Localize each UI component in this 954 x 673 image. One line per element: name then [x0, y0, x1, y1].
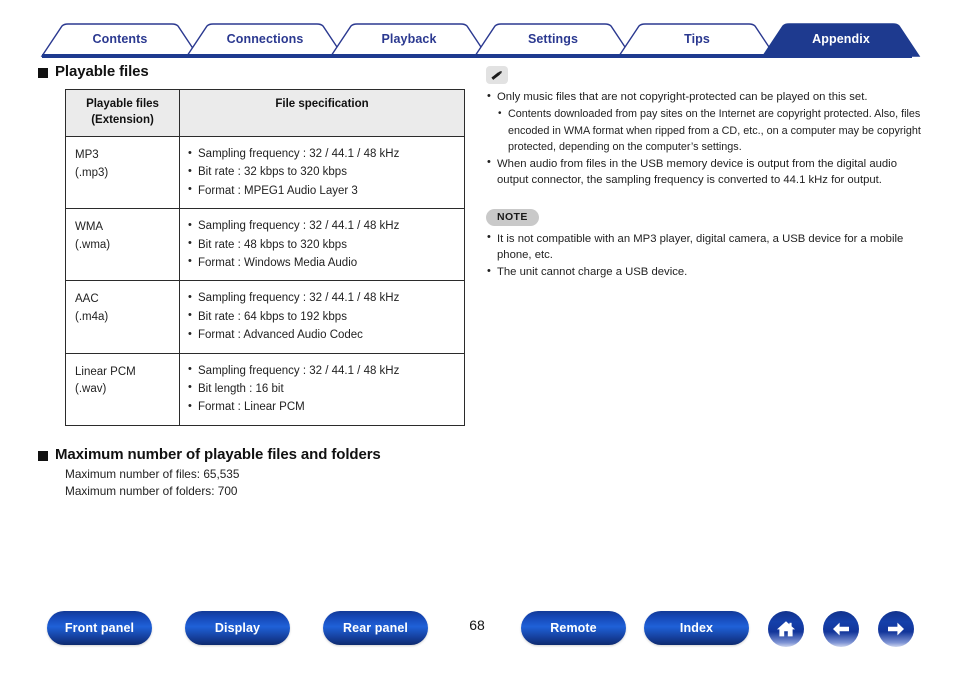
format-extension: (.wma) — [75, 239, 111, 252]
footer-nav: Front panel Display Rear panel 68 Remote… — [0, 611, 954, 657]
list-item: Only music files that are not copyright-… — [486, 89, 926, 155]
tab-connections[interactable]: Connections — [187, 22, 343, 56]
format-cell-mp3: MP3 (.mp3) — [65, 136, 180, 210]
spec-item: Sampling frequency : 32 / 44.1 / 48 kHz — [188, 145, 458, 163]
back-button[interactable] — [823, 611, 859, 647]
spec-item: Bit rate : 48 kbps to 320 kbps — [188, 235, 458, 254]
pencil-icon — [491, 71, 502, 80]
format-name: WMA — [75, 221, 104, 234]
front-panel-button[interactable]: Front panel — [47, 611, 152, 645]
max-folders-line: Maximum number of folders: 700 — [65, 484, 238, 499]
spec-item: Sampling frequency : 32 / 44.1 / 48 kHz — [188, 217, 458, 235]
list-item: It is not compatible with an MP3 player,… — [486, 230, 926, 264]
format-extension: (.m4a) — [75, 311, 109, 324]
tip-text: Only music files that are not copyright-… — [497, 91, 868, 103]
format-name: MP3 — [75, 149, 99, 162]
square-bullet-icon — [38, 68, 48, 78]
spec-cell-wma: Sampling frequency : 32 / 44.1 / 48 kHz … — [179, 208, 465, 282]
home-icon — [777, 621, 795, 637]
table-row: Linear PCM (.wav) Sampling frequency : 3… — [65, 352, 465, 426]
home-button[interactable] — [768, 611, 804, 647]
spec-cell-aac: Sampling frequency : 32 / 44.1 / 48 kHz … — [179, 280, 465, 354]
right-column: Only music files that are not copyright-… — [486, 66, 926, 282]
spec-item: Sampling frequency : 32 / 44.1 / 48 kHz — [188, 289, 458, 307]
tips-sublist: Contents downloaded from pay sites on th… — [497, 106, 926, 155]
section-heading-maximum-number: Maximum number of playable files and fol… — [38, 446, 478, 463]
square-bullet-icon — [38, 450, 48, 461]
spec-cell-linear-pcm: Sampling frequency : 32 / 44.1 / 48 kHz … — [179, 352, 465, 426]
spec-item: Bit rate : 64 kbps to 192 kbps — [188, 307, 458, 326]
page-number: 68 — [469, 617, 485, 633]
spec-item: Format : Windows Media Audio — [188, 253, 458, 272]
display-button[interactable]: Display — [185, 611, 290, 645]
spec-item: Format : Advanced Audio Codec — [188, 326, 458, 344]
rear-panel-button[interactable]: Rear panel — [323, 611, 428, 645]
section-heading-playable-files: Playable files — [38, 63, 478, 80]
remote-button[interactable]: Remote — [521, 611, 626, 645]
table-header-row: Playable files (Extension) File specific… — [65, 88, 465, 138]
playable-files-table: Playable files (Extension) File specific… — [65, 88, 465, 426]
tips-list: Only music files that are not copyright-… — [486, 89, 926, 189]
note-list: It is not compatible with an MP3 player,… — [486, 230, 926, 281]
list-item: When audio from files in the USB memory … — [486, 155, 926, 189]
max-files-line: Maximum number of files: 65,535 — [65, 466, 240, 481]
spec-item: Sampling frequency : 32 / 44.1 / 48 kHz — [188, 361, 458, 380]
note-block: NOTE It is not compatible with an MP3 pl… — [486, 207, 926, 281]
format-name: AAC — [75, 293, 99, 306]
tab-underline-bar — [42, 54, 912, 58]
list-item: The unit cannot charge a USB device. — [486, 264, 926, 280]
arrow-right-icon — [888, 622, 904, 636]
tab-appendix[interactable]: Appendix — [763, 22, 919, 56]
list-item: Contents downloaded from pay sites on th… — [497, 106, 926, 155]
spec-item: Bit length : 16 bit — [188, 379, 458, 398]
spec-item: Format : MPEG1 Audio Layer 3 — [188, 181, 458, 200]
table-header-file-specification: File specification — [179, 88, 465, 138]
tab-contents[interactable]: Contents — [42, 22, 198, 56]
left-column: Playable files Playable files (Extension… — [38, 63, 478, 501]
table-row: AAC (.m4a) Sampling frequency : 32 / 44.… — [65, 280, 465, 354]
note-badge: NOTE — [486, 208, 539, 226]
tab-tips[interactable]: Tips — [619, 22, 775, 56]
format-extension: (.wav) — [75, 383, 107, 396]
format-cell-wma: WMA (.wma) — [65, 208, 180, 282]
format-cell-linear-pcm: Linear PCM (.wav) — [65, 352, 180, 426]
tab-settings[interactable]: Settings — [475, 22, 631, 56]
arrow-left-icon — [833, 622, 849, 636]
section-maximum-number: Maximum number of playable files and fol… — [38, 446, 478, 501]
spec-item: Bit rate : 32 kbps to 320 kbps — [188, 163, 458, 181]
tab-playback[interactable]: Playback — [331, 22, 487, 56]
table-header-extension: Playable files (Extension) — [65, 88, 180, 138]
table-row: MP3 (.mp3) Sampling frequency : 32 / 44.… — [65, 136, 465, 210]
format-cell-aac: AAC (.m4a) — [65, 280, 180, 354]
tab-bar: Contents Connections Playback Settings T… — [0, 22, 954, 58]
spec-cell-mp3: Sampling frequency : 32 / 44.1 / 48 kHz … — [179, 136, 465, 210]
section-heading-text: Playable files — [55, 63, 149, 80]
table-row: WMA (.wma) Sampling frequency : 32 / 44.… — [65, 208, 465, 282]
index-button[interactable]: Index — [644, 611, 749, 645]
forward-button[interactable] — [878, 611, 914, 647]
section-heading-text: Maximum number of playable files and fol… — [55, 445, 381, 463]
spec-item: Format : Linear PCM — [188, 398, 458, 416]
table-header-extension-line1: Playable files — [86, 98, 159, 110]
pencil-badge — [486, 66, 508, 84]
format-extension: (.mp3) — [75, 166, 109, 179]
format-name: Linear PCM — [75, 365, 136, 378]
table-header-extension-line2: (Extension) — [91, 113, 154, 126]
